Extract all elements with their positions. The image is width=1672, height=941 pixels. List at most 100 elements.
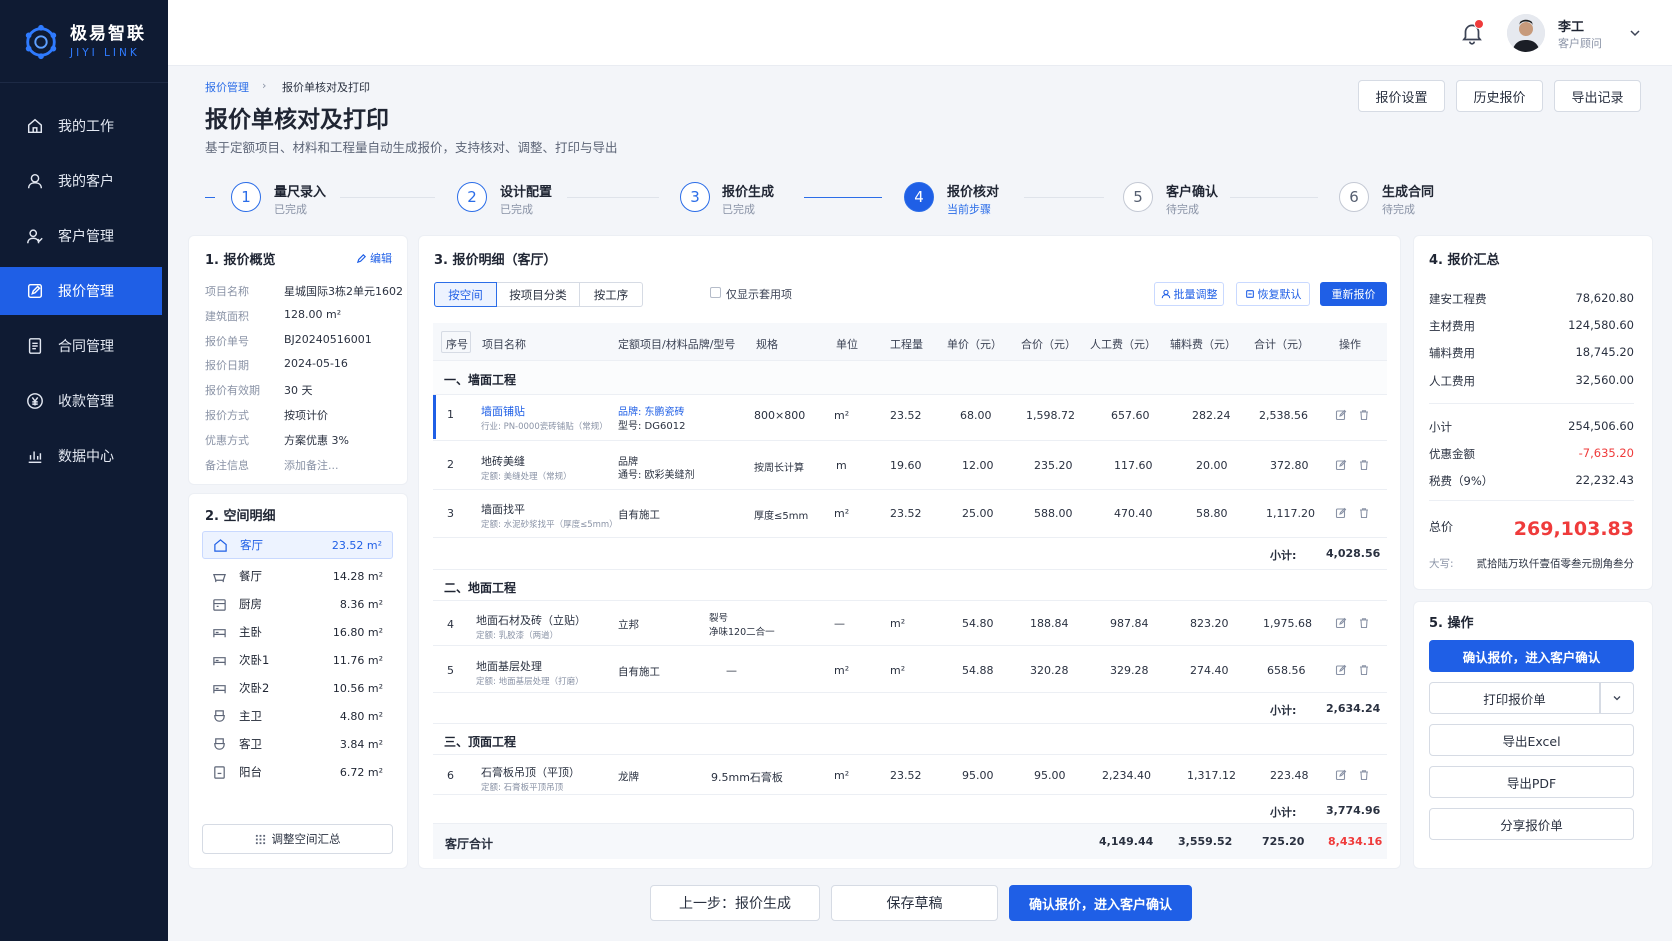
delete-icon[interactable] [1358, 664, 1370, 676]
breadcrumb-parent[interactable]: 报价管理 [205, 79, 249, 95]
overview-title: 1. 报价概览 [205, 253, 276, 268]
sidebar-item-quote-management[interactable]: 报价管理 [0, 267, 162, 315]
unit: m² [834, 507, 850, 520]
step-4-label: 报价核对 [947, 185, 1000, 200]
quote-settings-button[interactable]: 报价设置 [1358, 80, 1445, 112]
overview-edit-button[interactable]: 编辑 [356, 250, 392, 266]
delete-icon[interactable] [1358, 769, 1370, 781]
amount: 1,598.72 [1026, 409, 1075, 422]
summary-value: 18,745.20 [1575, 345, 1634, 359]
room-item-guest-bath[interactable]: 客卫 3.84 m² [202, 730, 393, 758]
step-3-circle[interactable]: 3 [680, 182, 710, 212]
sidebar-item-payment-management[interactable]: 收款管理 [0, 377, 168, 425]
export-excel-button[interactable]: 导出Excel [1429, 724, 1634, 756]
step-4-circle[interactable]: 4 [904, 182, 934, 212]
step-6-circle[interactable]: 6 [1339, 182, 1369, 212]
step-1-circle[interactable]: 1 [231, 182, 261, 212]
subtotal-value: 3,774.96 [1326, 804, 1381, 817]
row-total: 372.80 [1270, 459, 1309, 472]
tab-by-process[interactable]: 按工序 [580, 282, 643, 307]
toilet-icon [214, 709, 225, 722]
reset-default-button[interactable]: 恢复默认 [1236, 282, 1310, 306]
room-item-master-bath[interactable]: 主卫 4.80 m² [202, 702, 393, 730]
item-name[interactable]: 墙面铺贴 [481, 403, 525, 419]
regenerate-quote-button[interactable]: 重新报价 [1320, 282, 1387, 306]
print-quote-button[interactable]: 打印报价单 [1429, 682, 1600, 714]
item-name[interactable]: 墙面找平 [481, 501, 525, 517]
edit-icon[interactable] [1335, 769, 1347, 781]
confirm-quote-button[interactable]: 确认报价，进入客户确认 [1429, 640, 1634, 672]
step-1-label: 量尺录入 [274, 185, 327, 200]
room-name: 厨房 [239, 597, 262, 611]
room-item-balcony[interactable]: 阳台 6.72 m² [202, 758, 393, 786]
brand-logo[interactable]: 极易智联 JIYI LINK [22, 20, 146, 64]
share-quote-button[interactable]: 分享报价单 [1429, 808, 1634, 840]
delete-icon[interactable] [1358, 459, 1370, 471]
export-pdf-button[interactable]: 导出PDF [1429, 766, 1634, 798]
sidebar-item-my-work[interactable]: 我的工作 [0, 102, 168, 150]
sidebar-item-customer-management[interactable]: 客户管理 [0, 212, 168, 260]
quantity[interactable]: m² [890, 617, 905, 630]
unit: m² [834, 769, 850, 782]
sidebar-item-my-customers[interactable]: 我的客户 [0, 157, 168, 205]
tab-by-category[interactable]: 按项目分类 [497, 282, 580, 307]
item-name[interactable]: 地砖美缝 [481, 453, 525, 469]
unit-price[interactable]: 25.00 [962, 507, 994, 520]
adjust-space-summary-button[interactable]: 调整空间汇总 [202, 824, 393, 854]
row-divider [433, 754, 1387, 755]
tab-by-space[interactable]: 按空间 [434, 282, 497, 307]
overview-value: BJ20240516001 [284, 333, 372, 346]
edit-icon[interactable] [1335, 507, 1347, 519]
subtotal-label: 小计: [1270, 704, 1297, 717]
summary-key: 辅料费用 [1429, 346, 1475, 360]
room-item-master-bedroom[interactable]: 主卧 16.80 m² [202, 618, 393, 646]
unit-price[interactable]: 54.88 [962, 664, 994, 677]
chevron-down-icon[interactable] [1628, 26, 1642, 40]
quantity[interactable]: 23.52 [890, 769, 922, 782]
item-name[interactable]: 石膏板吊顶（平顶） [481, 764, 580, 780]
quantity[interactable]: m² [890, 664, 905, 677]
room-item-kitchen[interactable]: 厨房 8.36 m² [202, 590, 393, 618]
col-header: 定额项目/材料品牌/型号 [618, 338, 736, 351]
step-4-status: 当前步骤 [947, 203, 991, 216]
quantity[interactable]: 19.60 [890, 459, 922, 472]
unit-price[interactable]: 68.00 [960, 409, 992, 422]
step-2-circle[interactable]: 2 [457, 182, 487, 212]
unit-price[interactable]: 12.00 [962, 459, 994, 472]
unit-price[interactable]: 95.00 [962, 769, 994, 782]
sidebar-item-contract-management[interactable]: 合同管理 [0, 322, 168, 370]
quantity[interactable]: 23.52 [890, 507, 922, 520]
edit-icon[interactable] [1335, 664, 1347, 676]
balcony-icon [214, 765, 225, 779]
room-item-living[interactable]: 客厅 23.52 m² [202, 531, 393, 559]
step-6-status: 待完成 [1382, 203, 1415, 216]
step-5-circle[interactable]: 5 [1123, 182, 1153, 212]
item-name[interactable]: 地面基层处理 [476, 658, 542, 674]
edit-icon[interactable] [1335, 459, 1347, 471]
room-item-dining[interactable]: 餐厅 14.28 m² [202, 562, 393, 590]
batch-adjust-button[interactable]: 批量调整 [1154, 282, 1224, 306]
step-6-label: 生成合同 [1382, 185, 1435, 200]
avatar[interactable] [1507, 14, 1545, 52]
item-name[interactable]: 地面石材及砖（立贴） [476, 612, 586, 628]
quantity[interactable]: 23.52 [890, 409, 922, 422]
save-draft-button[interactable]: 保存草稿 [831, 885, 998, 921]
edit-icon[interactable] [1335, 409, 1347, 421]
edit-icon[interactable] [1335, 617, 1347, 629]
amount: 320.28 [1030, 664, 1069, 677]
only-used-checkbox[interactable] [710, 287, 721, 298]
delete-icon[interactable] [1358, 507, 1370, 519]
export-records-button[interactable]: 导出记录 [1554, 80, 1641, 112]
sidebar-item-data-center[interactable]: 数据中心 [0, 432, 168, 480]
quote-history-button[interactable]: 历史报价 [1456, 80, 1543, 112]
previous-step-button[interactable]: 上一步：报价生成 [650, 885, 820, 921]
delete-icon[interactable] [1358, 617, 1370, 629]
remark-input[interactable]: 添加备注... [284, 457, 339, 473]
room-item-bedroom-2[interactable]: 次卧2 10.56 m² [202, 674, 393, 702]
room-item-bedroom-1[interactable]: 次卧1 11.76 m² [202, 646, 393, 674]
unit-price[interactable]: 54.80 [962, 617, 994, 630]
amount: 188.84 [1030, 617, 1069, 630]
delete-icon[interactable] [1358, 409, 1370, 421]
footer-confirm-button[interactable]: 确认报价，进入客户确认 [1009, 885, 1192, 921]
print-options-button[interactable] [1600, 682, 1634, 714]
